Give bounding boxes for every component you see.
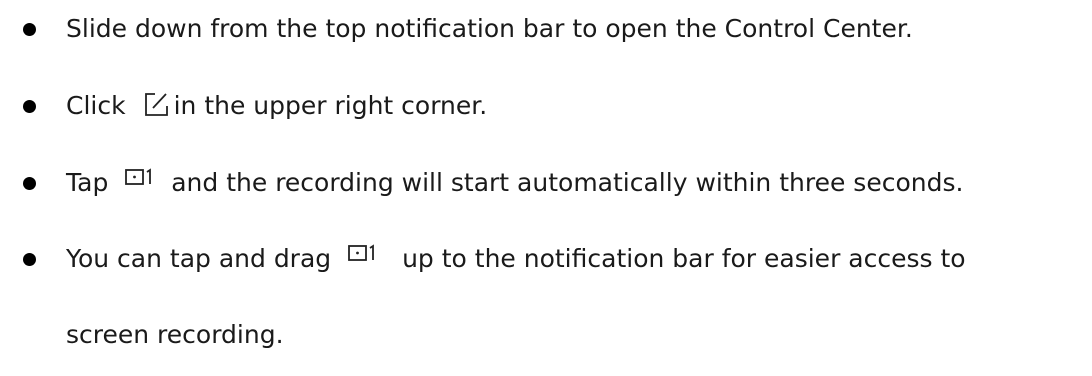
bullet-icon bbox=[23, 177, 36, 190]
step-text-line: Tap and the recording will start automat… bbox=[66, 166, 963, 200]
step-text: Slide down from the top notification bar… bbox=[66, 14, 913, 43]
bullet-icon bbox=[23, 253, 36, 266]
step-text-before: You can tap and drag bbox=[66, 244, 332, 273]
screen-record-icon bbox=[347, 242, 378, 276]
instruction-list: Slide down from the top notification bar… bbox=[0, 0, 1092, 376]
bullet-icon bbox=[23, 23, 36, 36]
step-text-after: in the upper right corner. bbox=[173, 91, 488, 120]
step-text-before: Click bbox=[66, 91, 126, 120]
screen-record-icon bbox=[124, 166, 155, 200]
step-continuation: screen recording. bbox=[66, 320, 284, 349]
step-text-after: up to the notification bar for easier ac… bbox=[402, 244, 966, 273]
step-text-line: You can tap and drag up to the notificat… bbox=[66, 242, 966, 276]
step-text-after: and the recording will start automatical… bbox=[171, 168, 964, 197]
step-text-before: Tap bbox=[66, 168, 109, 197]
bullet-icon bbox=[23, 100, 36, 113]
step-text-line: Click in the upper right corner. bbox=[66, 89, 487, 123]
edit-square-icon bbox=[142, 89, 170, 123]
